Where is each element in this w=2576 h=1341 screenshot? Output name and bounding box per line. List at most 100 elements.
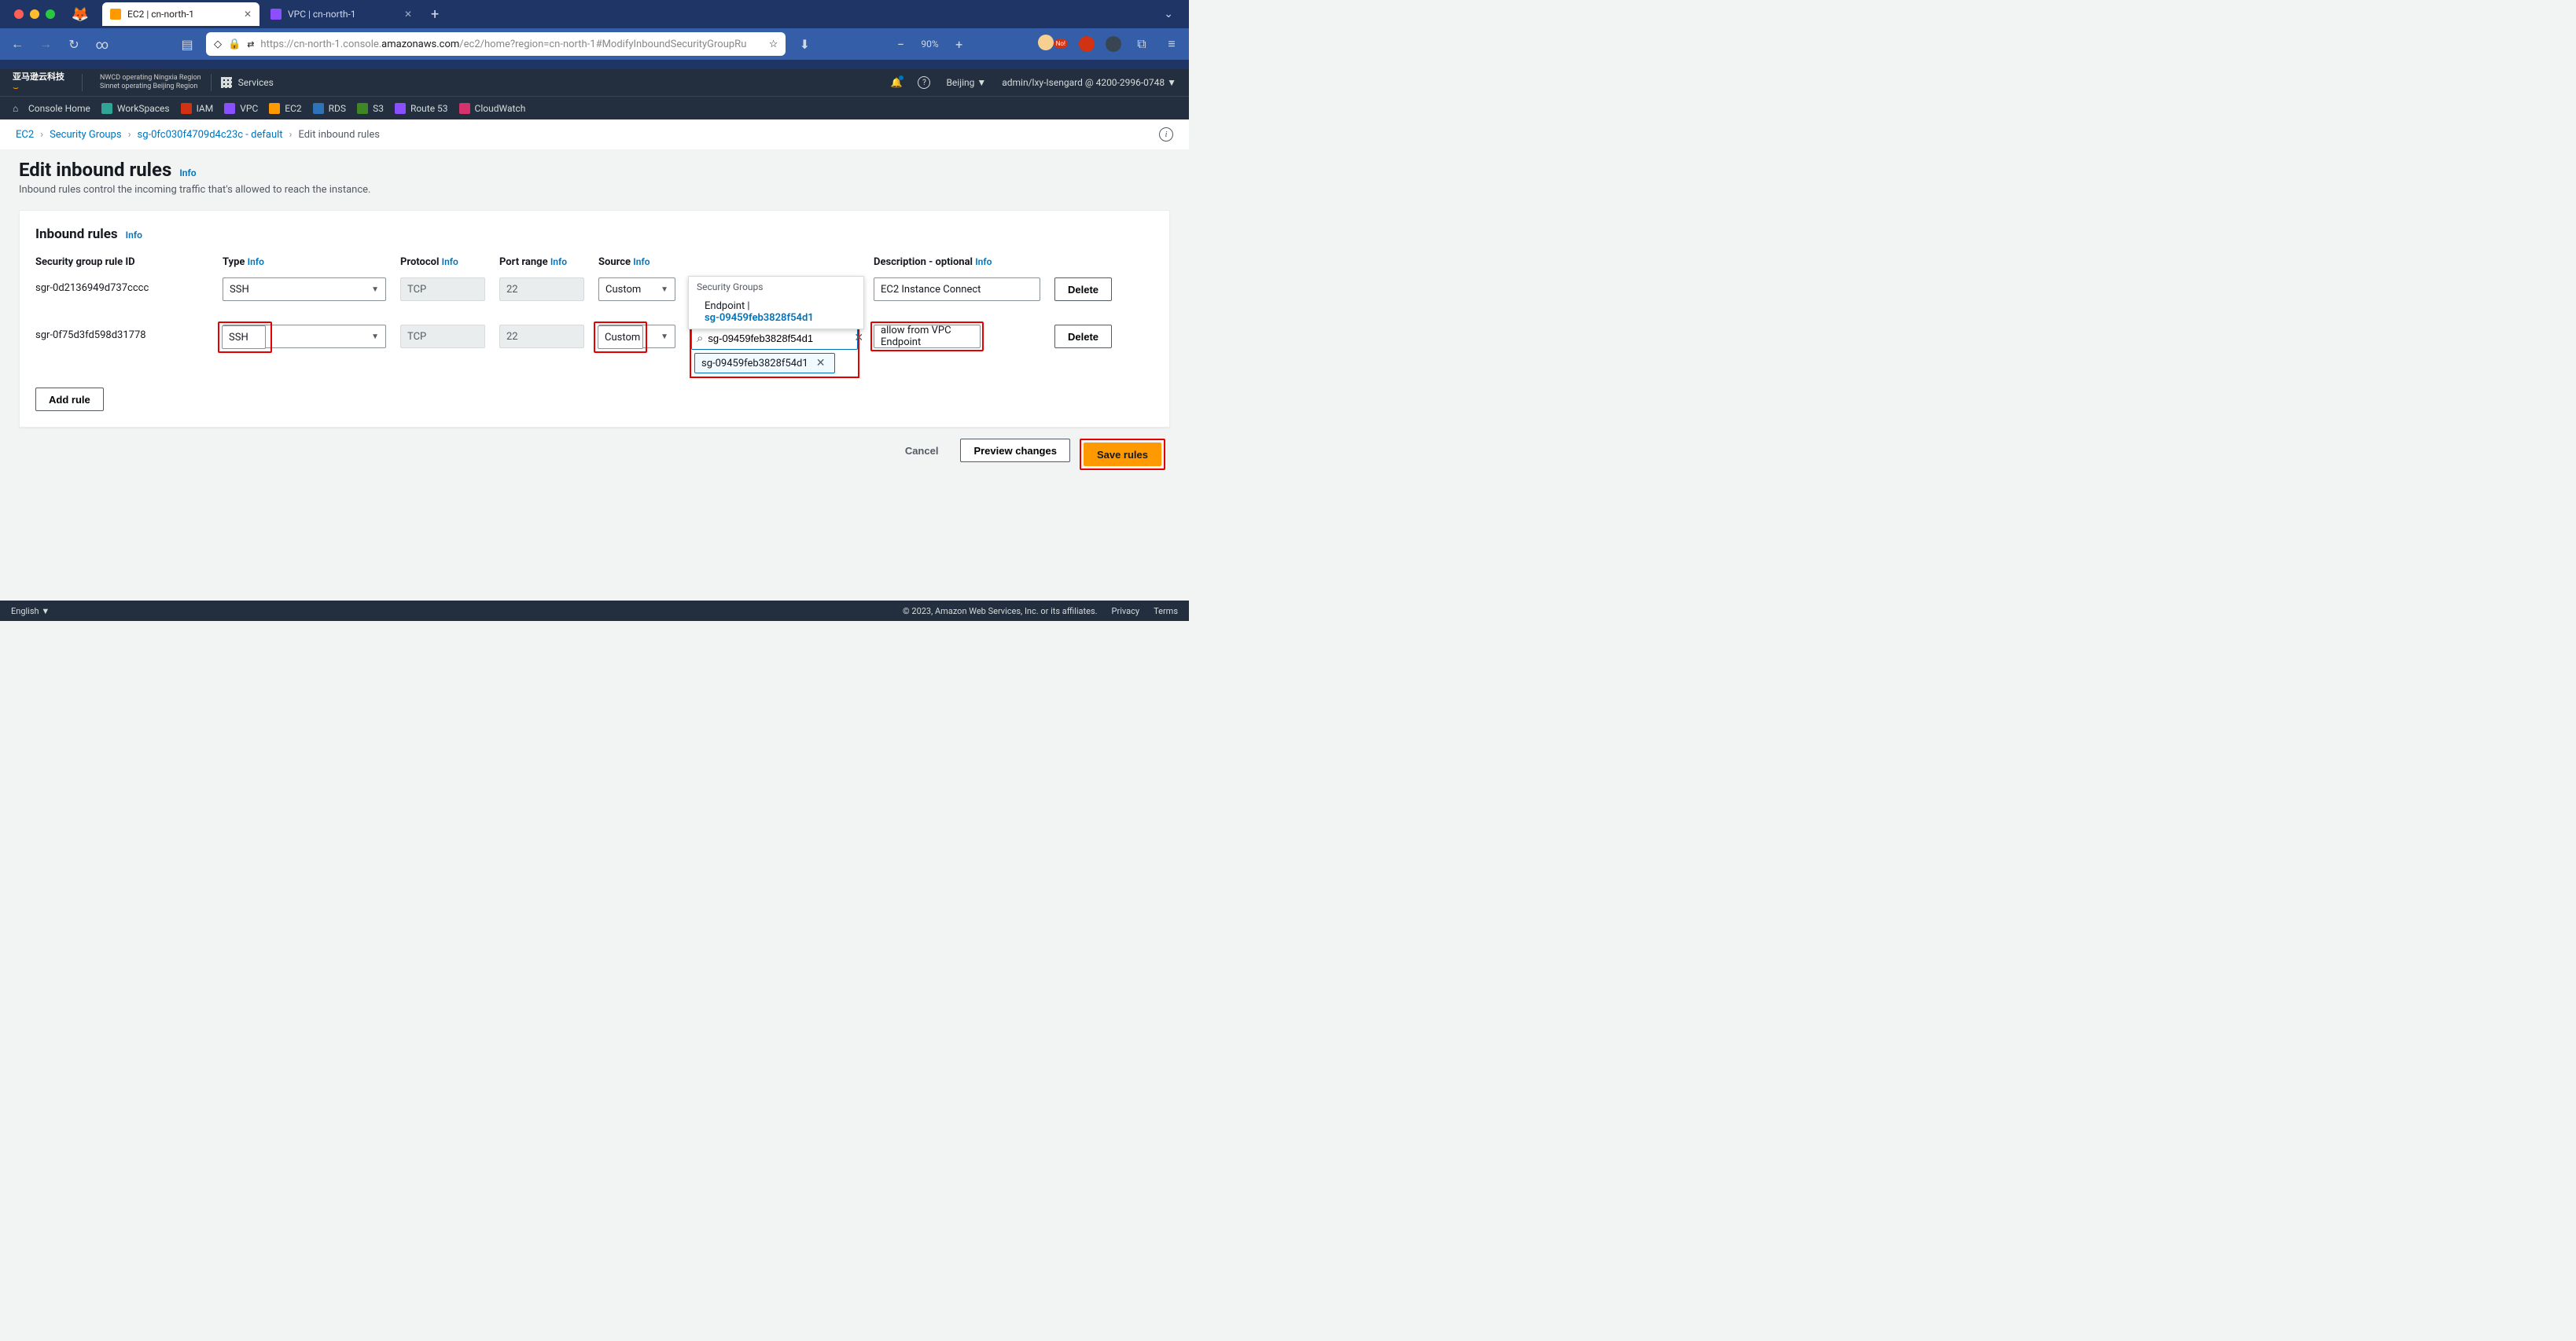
cancel-button[interactable]: Cancel bbox=[892, 439, 951, 462]
forward-button[interactable]: → bbox=[36, 36, 55, 52]
description-input[interactable]: allow from VPC Endpoint bbox=[874, 325, 981, 348]
page-subtitle: Inbound rules control the incoming traff… bbox=[19, 184, 1170, 196]
bell-icon[interactable]: 🔔 bbox=[891, 77, 903, 88]
clear-icon[interactable]: ✕ bbox=[851, 332, 867, 344]
header-source: Source Info bbox=[598, 256, 859, 268]
lock-icon: 🔒 bbox=[228, 39, 241, 50]
vpc-favicon-icon bbox=[270, 9, 282, 20]
new-tab-button[interactable]: + bbox=[423, 6, 447, 23]
aws-footer: English ▼ © 2023, Amazon Web Services, I… bbox=[0, 601, 1189, 621]
fav-workspaces[interactable]: WorkSpaces bbox=[101, 103, 170, 114]
save-button[interactable]: Save rules bbox=[1084, 443, 1161, 466]
fav-console-home[interactable]: ⌂Console Home bbox=[13, 103, 90, 114]
header-type: Type Info bbox=[223, 256, 386, 268]
fav-cloudwatch[interactable]: CloudWatch bbox=[459, 103, 526, 114]
chevron-down-icon: ▼ bbox=[371, 332, 379, 341]
bookmark-star-icon[interactable]: ☆ bbox=[769, 39, 778, 50]
header-port: Port range Info bbox=[499, 256, 584, 268]
region-selector[interactable]: Beijing ▼ bbox=[946, 77, 986, 88]
breadcrumb: EC2 › Security Groups › sg-0fc030f4709d4… bbox=[0, 119, 1189, 149]
chevron-right-icon: › bbox=[128, 129, 131, 141]
ec2-icon bbox=[269, 103, 280, 114]
port-field: 22 bbox=[499, 277, 584, 301]
close-window[interactable] bbox=[14, 9, 24, 19]
fav-iam[interactable]: IAM bbox=[181, 103, 214, 114]
source-dropdown: Security Groups Endpoint | sg-09459feb38… bbox=[688, 276, 864, 329]
delete-button[interactable]: Delete bbox=[1054, 277, 1112, 301]
rule-id: sgr-0f75d3fd598d31778 bbox=[35, 325, 208, 341]
fav-ec2[interactable]: EC2 bbox=[269, 103, 301, 114]
fav-route53[interactable]: Route 53 bbox=[395, 103, 448, 114]
firefox-icon: 🦊 bbox=[71, 5, 90, 24]
logo-nwcd: NWCD operating Ningxia Region bbox=[100, 74, 201, 83]
expand-tabs-icon[interactable]: ⌄ bbox=[1154, 8, 1183, 20]
privacy-link[interactable]: Privacy bbox=[1112, 606, 1140, 616]
tab-bar: 🦊 EC2 | cn-north-1 ✕ VPC | cn-north-1 ✕ … bbox=[0, 0, 1189, 28]
menu-icon[interactable]: ≡ bbox=[1162, 36, 1181, 52]
type-select[interactable]: SSH▼ bbox=[223, 277, 386, 301]
source-value-wrap: Security Groups Endpoint | sg-09459feb38… bbox=[690, 325, 859, 378]
search-icon bbox=[697, 331, 703, 345]
crumb-sg[interactable]: Security Groups bbox=[50, 129, 122, 141]
fav-s3[interactable]: S3 bbox=[357, 103, 384, 114]
url-input[interactable]: ◇ 🔒 ⇄ https://cn-north-1.console.amazona… bbox=[206, 32, 786, 56]
remove-tag-icon[interactable]: ✕ bbox=[813, 357, 829, 369]
preview-button[interactable]: Preview changes bbox=[960, 439, 1070, 462]
delete-button[interactable]: Delete bbox=[1054, 325, 1112, 348]
info-link[interactable]: Info bbox=[179, 167, 196, 178]
zoom-in-button[interactable]: + bbox=[950, 37, 969, 52]
page-title: Edit inbound rules Info bbox=[19, 159, 1170, 181]
cloudwatch-icon bbox=[459, 103, 470, 114]
avatar-2[interactable] bbox=[1079, 36, 1095, 52]
s3-icon bbox=[357, 103, 368, 114]
vpc-icon bbox=[224, 103, 235, 114]
address-bar: ← → ↻ ∞ ▤ ◇ 🔒 ⇄ https://cn-north-1.conso… bbox=[0, 28, 1189, 60]
copyright: © 2023, Amazon Web Services, Inc. or its… bbox=[903, 606, 1098, 616]
infinity-icon[interactable]: ∞ bbox=[93, 37, 112, 52]
chevron-right-icon: › bbox=[289, 129, 293, 141]
tab-vpc[interactable]: VPC | cn-north-1 ✕ bbox=[263, 2, 420, 26]
rule-row-1: sgr-0f75d3fd598d31778 SSH SSH▼ TCP 22 Cu… bbox=[35, 325, 1154, 378]
tab-ec2[interactable]: EC2 | cn-north-1 ✕ bbox=[102, 2, 259, 26]
source-mode-select[interactable]: Custom▼ bbox=[598, 277, 675, 301]
source-search-text[interactable] bbox=[708, 332, 846, 344]
reader-icon[interactable]: ▤ bbox=[178, 37, 197, 52]
chevron-right-icon: › bbox=[40, 129, 43, 141]
back-button[interactable]: ← bbox=[8, 36, 27, 52]
source-search-input[interactable]: ✕ bbox=[691, 326, 858, 350]
add-rule-button[interactable]: Add rule bbox=[35, 388, 104, 411]
dropdown-item[interactable]: Endpoint | sg-09459feb3828f54d1 bbox=[689, 297, 863, 329]
language-selector[interactable]: English ▼ bbox=[11, 606, 50, 616]
avatar-1[interactable]: No! bbox=[1038, 35, 1068, 53]
terms-link[interactable]: Terms bbox=[1154, 606, 1178, 616]
reload-button[interactable]: ↻ bbox=[64, 37, 83, 52]
info-link[interactable]: Info bbox=[126, 230, 142, 241]
description-input[interactable]: EC2 Instance Connect bbox=[874, 277, 1040, 301]
header-desc: Description - optional Info bbox=[874, 256, 1040, 268]
minimize-window[interactable] bbox=[30, 9, 39, 19]
fav-vpc[interactable]: VPC bbox=[224, 103, 258, 114]
help-icon[interactable]: ? bbox=[918, 76, 930, 89]
avatar-3[interactable] bbox=[1106, 36, 1121, 52]
account-selector[interactable]: admin/lxy-Isengard @ 4200-2996-0748 ▼ bbox=[1002, 77, 1176, 88]
tab-title: VPC | cn-north-1 bbox=[288, 9, 356, 20]
source-tag[interactable]: sg-09459feb3828f54d1 ✕ bbox=[694, 353, 835, 373]
dropdown-header: Security Groups bbox=[689, 277, 863, 297]
extensions-icon[interactable]: ⧉ bbox=[1132, 36, 1151, 52]
info-panel-icon[interactable]: i bbox=[1159, 127, 1173, 141]
crumb-sg-id[interactable]: sg-0fc030f4709d4c23c - default bbox=[137, 129, 282, 141]
port-field: 22 bbox=[499, 325, 584, 348]
page-content: Edit inbound rules Info Inbound rules co… bbox=[0, 149, 1189, 599]
download-icon[interactable]: ⬇ bbox=[795, 37, 814, 52]
tab-close-icon[interactable]: ✕ bbox=[404, 9, 412, 20]
fav-rds[interactable]: RDS bbox=[313, 103, 346, 114]
maximize-window[interactable] bbox=[46, 9, 55, 19]
chevron-down-icon: ▼ bbox=[661, 332, 668, 341]
services-link[interactable]: Services bbox=[238, 77, 274, 88]
aws-logo[interactable]: 亚马逊云科技 ⌣ NWCD operating Ningxia Region S… bbox=[13, 72, 201, 94]
crumb-ec2[interactable]: EC2 bbox=[16, 129, 34, 141]
chevron-down-icon: ▼ bbox=[371, 285, 379, 294]
ec2-favicon-icon bbox=[110, 9, 121, 20]
zoom-out-button[interactable]: − bbox=[891, 37, 910, 52]
tab-close-icon[interactable]: ✕ bbox=[244, 9, 252, 20]
